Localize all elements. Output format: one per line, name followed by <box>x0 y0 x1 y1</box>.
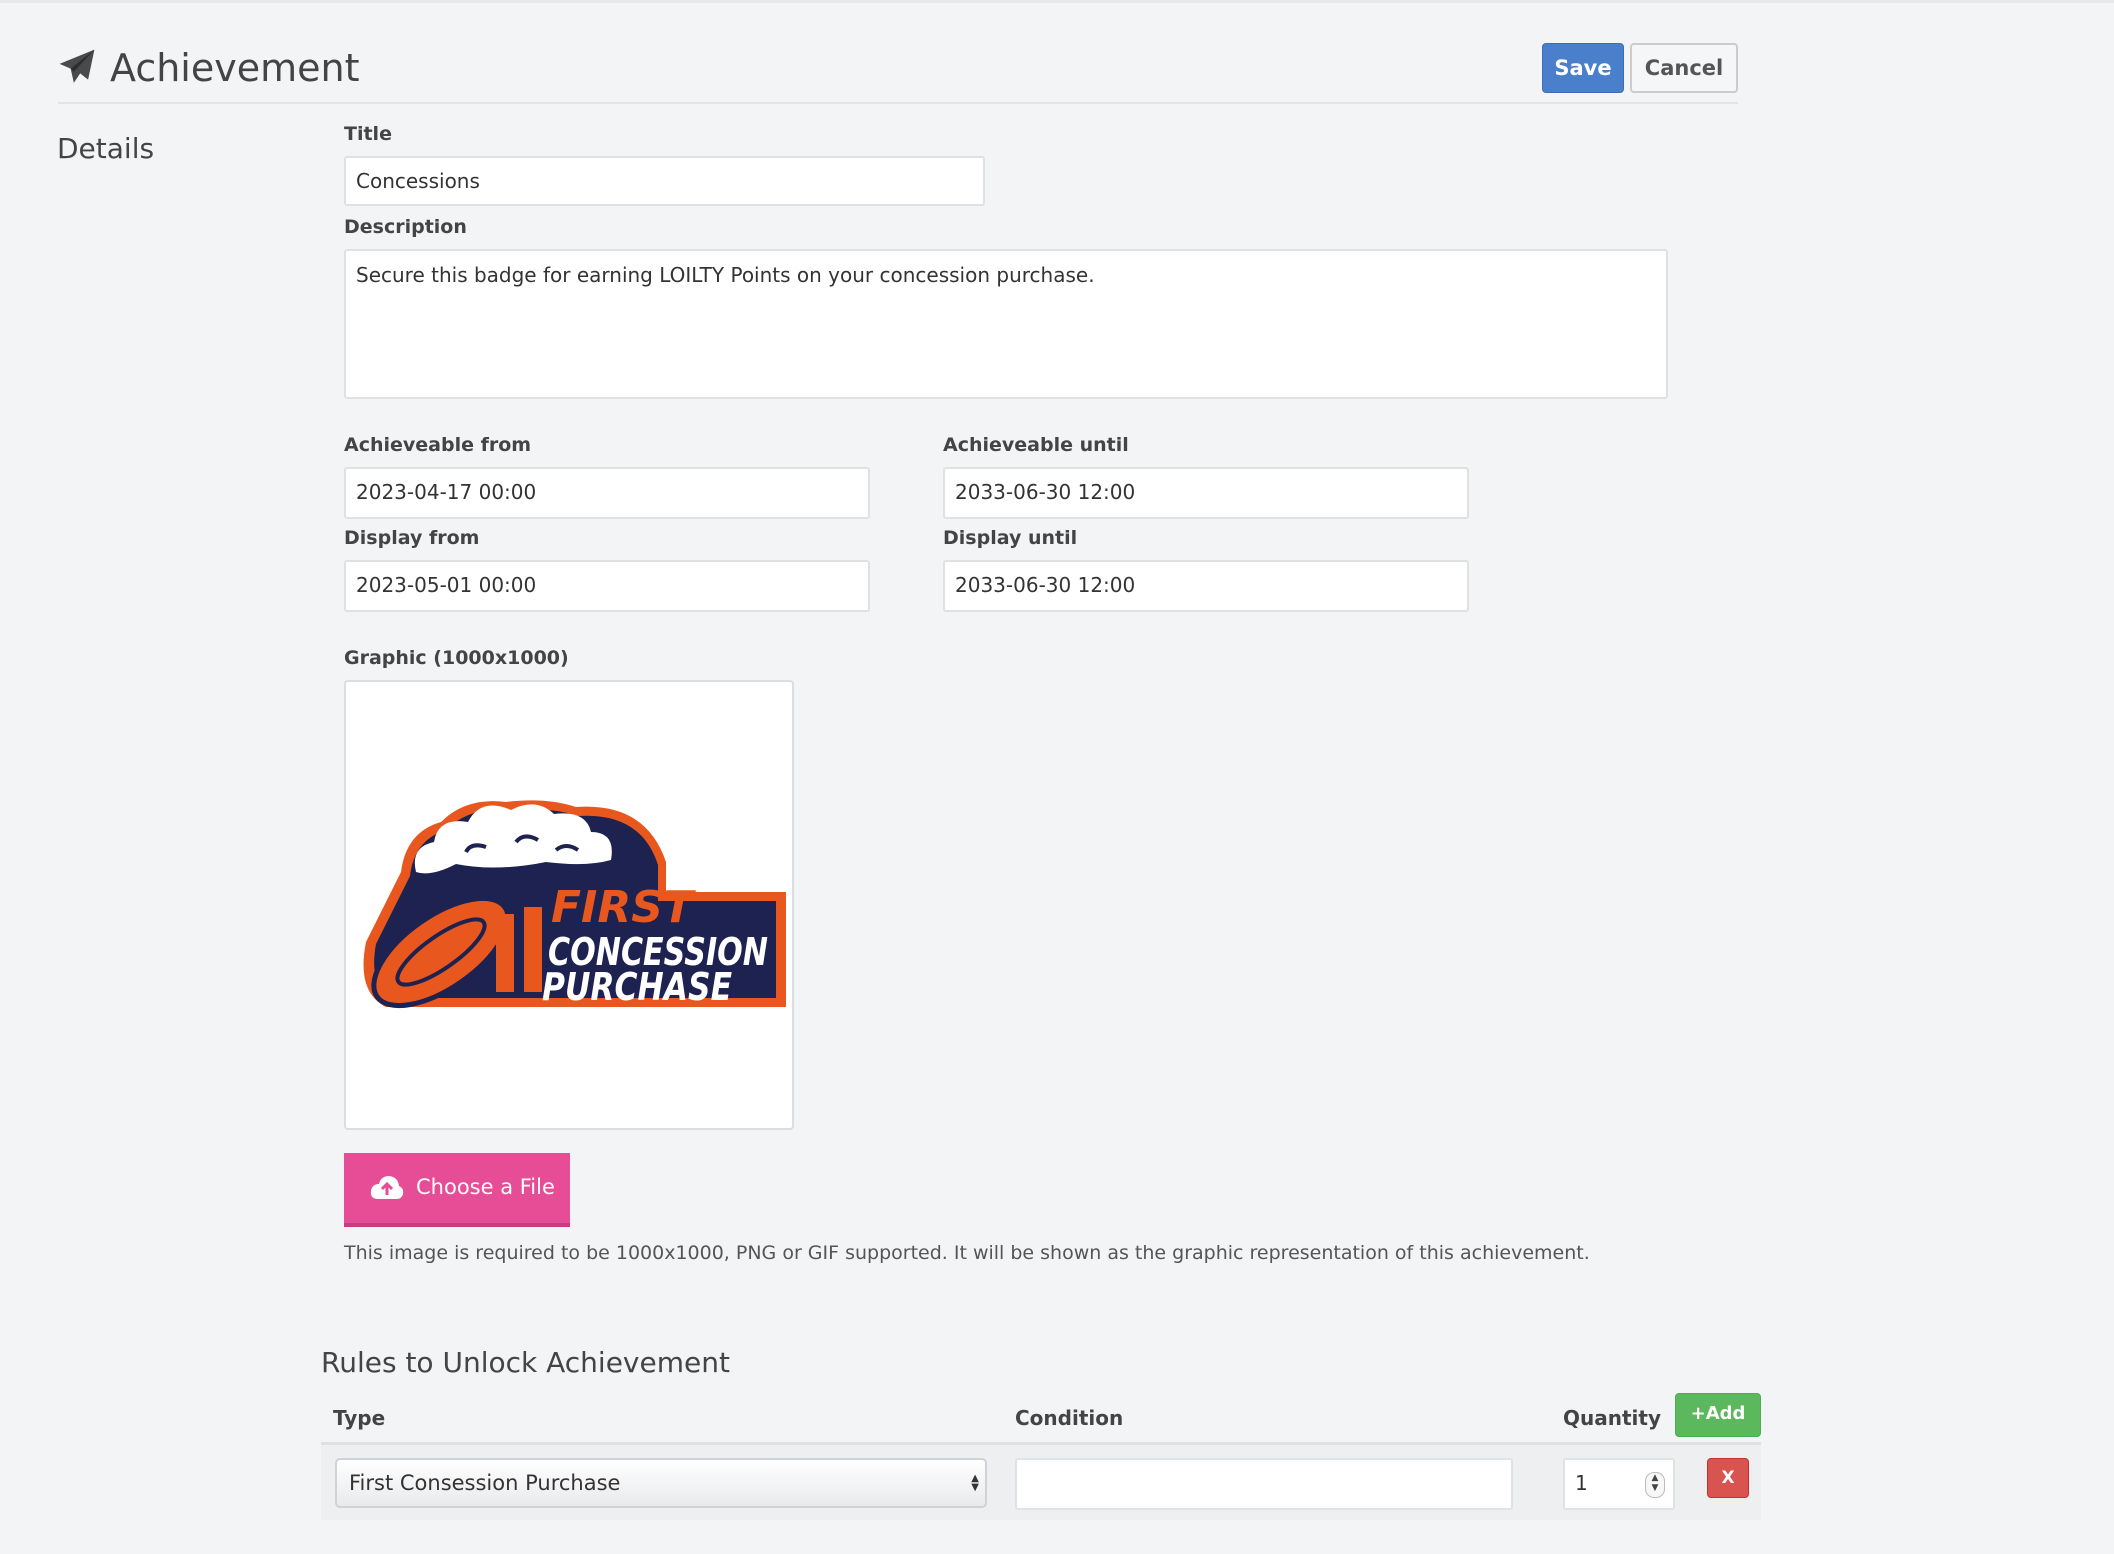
rule-quantity-input[interactable]: 1 ▲ ▼ <box>1563 1458 1675 1510</box>
details-section-label: Details <box>57 132 155 165</box>
achievable-until-input[interactable]: 2033-06-30 12:00 <box>943 467 1469 519</box>
rules-title: Rules to Unlock Achievement <box>321 1346 730 1379</box>
title-label: Title <box>344 123 392 145</box>
save-button[interactable]: Save <box>1542 43 1624 93</box>
graphic-hint: This image is required to be 1000x1000, … <box>344 1242 1590 1264</box>
column-header-type: Type <box>333 1406 386 1430</box>
plus-icon: + <box>1690 1403 1706 1424</box>
rule-type-select[interactable]: First Consession Purchase ▲ ▼ <box>335 1458 987 1508</box>
description-textarea[interactable]: Secure this badge for earning LOILTY Poi… <box>344 249 1668 399</box>
rule-condition-input[interactable] <box>1015 1458 1513 1510</box>
page-header: Achievement Save Cancel <box>58 40 1738 104</box>
add-rule-label: Add <box>1705 1403 1746 1424</box>
column-header-condition: Condition <box>1015 1406 1124 1430</box>
paper-plane-icon <box>59 49 95 83</box>
badge-image: FIRST CONCESSION PURCHASE <box>363 800 786 1009</box>
select-arrows-icon: ▲ ▼ <box>971 1473 979 1493</box>
display-until-input[interactable]: 2033-06-30 12:00 <box>943 560 1469 612</box>
description-label: Description <box>344 216 467 238</box>
badge-line-purchase: PURCHASE <box>542 965 732 1009</box>
page-title: Achievement <box>110 46 360 90</box>
rule-type-value: First Consession Purchase <box>349 1471 621 1495</box>
badge-line-first: FIRST <box>551 882 696 933</box>
quantity-stepper[interactable]: ▲ ▼ <box>1645 1472 1665 1498</box>
achievable-from-label: Achieveable from <box>344 434 532 456</box>
graphic-preview: FIRST CONCESSION PURCHASE <box>344 680 794 1130</box>
column-header-quantity: Quantity <box>1563 1406 1661 1430</box>
choose-file-label: Choose a File <box>416 1175 555 1199</box>
rules-table: Type Condition Quantity +Add First Conse… <box>321 1390 1761 1530</box>
top-border <box>0 0 2114 3</box>
achievable-from-input[interactable]: 2023-04-17 00:00 <box>344 467 870 519</box>
achievable-until-label: Achieveable until <box>943 434 1129 456</box>
rule-quantity-value: 1 <box>1575 1471 1588 1495</box>
cancel-button[interactable]: Cancel <box>1630 43 1738 93</box>
add-rule-button[interactable]: +Add <box>1675 1393 1761 1437</box>
remove-rule-button[interactable]: X <box>1707 1458 1749 1498</box>
title-input[interactable]: Concessions <box>344 156 985 206</box>
cloud-upload-icon <box>370 1176 404 1199</box>
choose-file-button[interactable]: Choose a File <box>344 1153 570 1227</box>
display-until-label: Display until <box>943 527 1078 549</box>
display-from-label: Display from <box>344 527 480 549</box>
display-from-input[interactable]: 2023-05-01 00:00 <box>344 560 870 612</box>
graphic-label: Graphic (1000x1000) <box>344 647 569 669</box>
